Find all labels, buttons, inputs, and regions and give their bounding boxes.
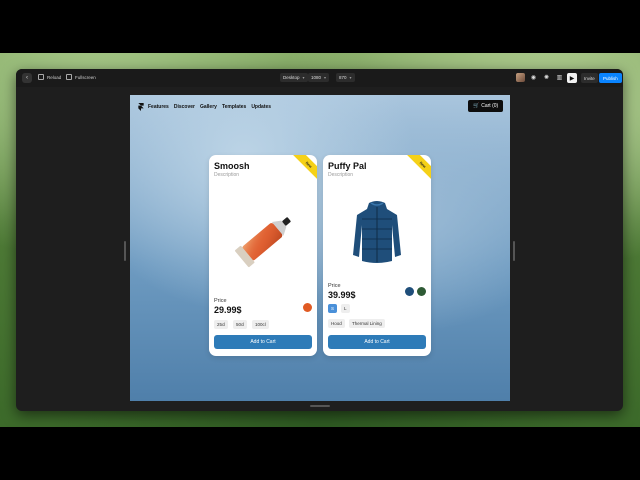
price-value: 39.99$ [328, 290, 356, 300]
analytics-icon[interactable]: ▥ [555, 73, 564, 82]
feature-chip-thermal-lining[interactable]: Thermal Lining [349, 319, 385, 328]
nav-link-templates[interactable]: Templates [222, 104, 246, 110]
option-chip-100cl[interactable]: 100cl [252, 320, 269, 329]
price-value: 29.99$ [214, 305, 242, 315]
site-navbar: Features Discover Gallery Templates Upda… [130, 95, 510, 119]
product-description: Description [328, 172, 354, 178]
width-select[interactable]: 1080 ▾ [308, 73, 330, 82]
new-ribbon: New [291, 155, 317, 182]
fullscreen-icon [66, 74, 72, 80]
product-description: Description [214, 172, 240, 178]
cart-button[interactable]: 🛒 Cart (0) [468, 100, 504, 112]
option-chip-25cl[interactable]: 25cl [214, 320, 229, 329]
avatar[interactable] [516, 73, 525, 82]
new-ribbon: New [405, 155, 431, 182]
feature-chip-hood[interactable]: Hood [328, 319, 345, 328]
comment-icon[interactable]: ◉ [529, 73, 538, 82]
fullscreen-button[interactable]: Fullscreen [66, 74, 96, 80]
resize-handle-bottom[interactable] [310, 405, 330, 407]
settings-icon[interactable]: ✺ [542, 73, 551, 82]
color-swatch-green[interactable] [417, 287, 426, 296]
jacket-image [353, 201, 401, 263]
reload-label: Reload [47, 74, 62, 80]
product-card-puffy-pal: New Puffy Pal Description Price 39.99$ S… [323, 155, 431, 356]
site-preview-canvas: Features Discover Gallery Templates Upda… [130, 95, 510, 401]
width-value: 1080 [311, 75, 322, 80]
fullscreen-label: Fullscreen [75, 74, 96, 80]
nav-link-updates[interactable]: Updates [251, 104, 271, 110]
nav-links: Features Discover Gallery Templates Upda… [148, 104, 271, 110]
size-chip-s[interactable]: S [328, 304, 338, 313]
nav-link-gallery[interactable]: Gallery [200, 104, 217, 110]
height-value: 870 [339, 75, 347, 80]
cart-icon: 🛒 [473, 103, 480, 109]
product-card-smoosh: New Smoosh Description Price 29.99$ 25cl… [209, 155, 317, 356]
cart-label: Cart (0) [481, 103, 499, 109]
size-chip-l[interactable]: L [341, 304, 350, 313]
invite-button[interactable]: Invite [581, 73, 598, 83]
height-select[interactable]: 870 ▾ [336, 73, 355, 82]
chevron-left-icon[interactable]: ‹ [22, 73, 32, 83]
preview-toolbar: ‹ Reload Fullscreen Desktop ▾ 1080 ▾ 870… [16, 69, 623, 87]
product-title: Smoosh [214, 161, 250, 171]
device-value: Desktop [283, 75, 300, 80]
add-to-cart-button[interactable]: Add to Cart [328, 335, 426, 349]
option-chip-50cl[interactable]: 50cl [233, 320, 248, 329]
reload-icon [38, 74, 44, 80]
reload-button[interactable]: Reload [38, 74, 61, 80]
play-icon[interactable]: ▶ [567, 73, 577, 83]
framer-preview-window: ‹ Reload Fullscreen Desktop ▾ 1080 ▾ 870… [16, 69, 623, 411]
color-swatch-orange[interactable] [303, 303, 312, 312]
chevron-down-icon: ▾ [302, 75, 305, 80]
price-label: Price [328, 283, 341, 289]
device-select[interactable]: Desktop ▾ [280, 73, 308, 82]
nav-link-discover[interactable]: Discover [174, 104, 195, 110]
price-label: Price [214, 298, 227, 304]
product-title: Puffy Pal [328, 161, 367, 171]
resize-handle-left[interactable] [124, 241, 126, 261]
paint-tube-image [234, 217, 291, 268]
publish-button[interactable]: Publish [599, 73, 622, 83]
framer-logo-icon[interactable] [138, 103, 144, 111]
color-swatch-navy[interactable] [405, 287, 414, 296]
chevron-down-icon: ▾ [324, 75, 327, 80]
resize-handle-right[interactable] [513, 241, 515, 261]
nav-link-features[interactable]: Features [148, 104, 169, 110]
chevron-down-icon: ▾ [349, 75, 352, 80]
add-to-cart-button[interactable]: Add to Cart [214, 335, 312, 349]
